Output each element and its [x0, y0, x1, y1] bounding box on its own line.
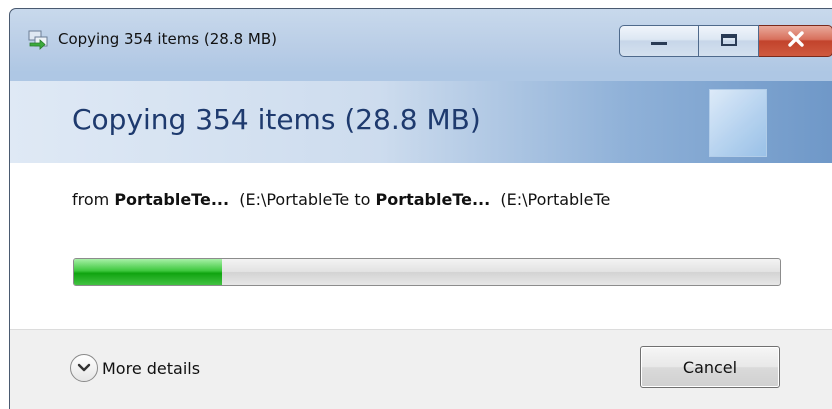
close-icon: [787, 31, 805, 51]
more-details-toggle[interactable]: More details: [70, 354, 200, 382]
progress-fill: [74, 259, 223, 285]
cancel-button[interactable]: Cancel: [640, 346, 780, 388]
copy-source-destination: from PortableTe... (E:\PortableTe to Por…: [72, 190, 610, 209]
progress-bar: [73, 258, 781, 286]
caption-buttons: [619, 25, 832, 59]
copy-dialog-window: Copying 354 items (28.8 MB) Copying 354 …: [9, 8, 832, 409]
from-label: from: [72, 190, 110, 209]
source-path: (E:\PortableTe: [239, 190, 350, 209]
minimize-button[interactable]: [619, 25, 699, 57]
window-title: Copying 354 items (28.8 MB): [58, 30, 277, 48]
title-bar[interactable]: Copying 354 items (28.8 MB): [10, 9, 832, 59]
close-button[interactable]: [759, 25, 832, 57]
header-title: Copying 354 items (28.8 MB): [72, 103, 481, 136]
maximize-button[interactable]: [699, 25, 759, 57]
dialog-footer: More details Cancel: [10, 329, 832, 409]
destination-link[interactable]: PortableTe...: [375, 190, 490, 209]
copy-arrow-icon: [26, 29, 52, 51]
source-link[interactable]: PortableTe...: [114, 190, 229, 209]
chevron-down-icon: [70, 354, 98, 382]
more-details-label: More details: [102, 358, 201, 378]
header-band: Copying 354 items (28.8 MB): [10, 81, 832, 163]
destination-path: (E:\PortableTe: [500, 190, 611, 209]
copy-progress-content: from PortableTe... (E:\PortableTe to Por…: [10, 163, 832, 329]
maximize-icon: [720, 32, 738, 51]
file-graphic-icon: [709, 89, 767, 157]
minimize-icon: [649, 32, 669, 51]
to-label: to: [354, 190, 371, 209]
